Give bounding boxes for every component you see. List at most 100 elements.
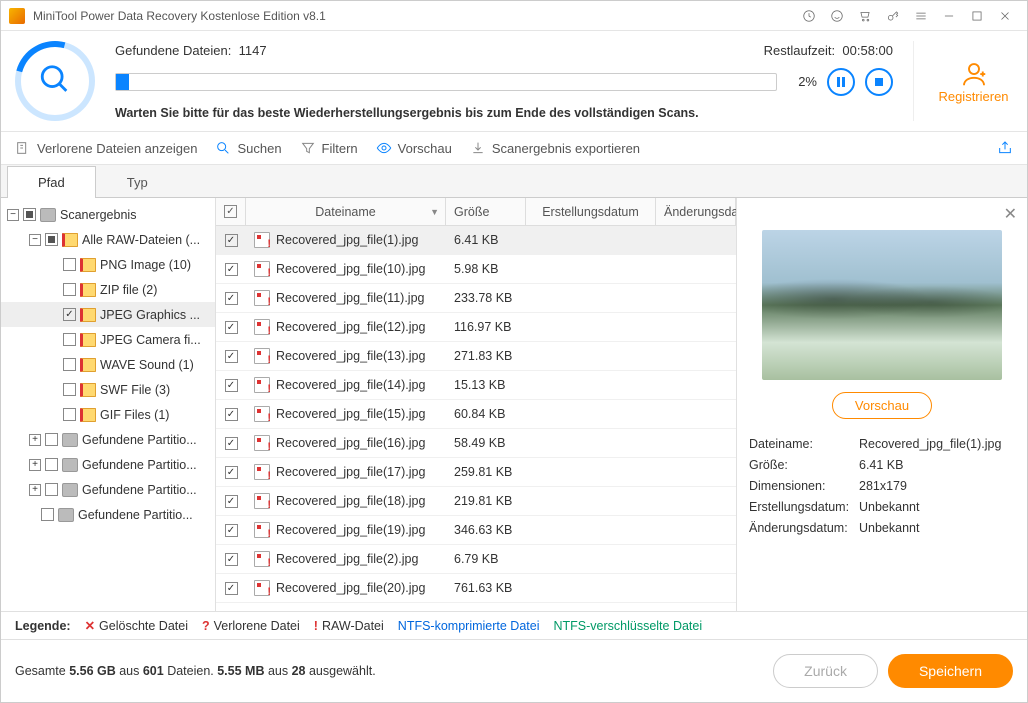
legend-ntfs-compressed: NTFS-komprimierte Datei [398,619,540,633]
title-bar: MiniTool Power Data Recovery Kostenlose … [1,1,1027,31]
file-icon: ! [254,319,270,335]
table-header: ✓ Dateiname▼ Größe Erstellungsdatum Ände… [216,198,736,226]
row-checkbox[interactable] [225,379,238,392]
found-files: Gefundene Dateien: 1147 [115,43,267,58]
preview-button[interactable]: Vorschau [376,140,452,156]
show-lost-files-button[interactable]: Verlorene Dateien anzeigen [15,140,197,156]
file-icon: ! [254,493,270,509]
maximize-button[interactable] [963,2,991,30]
row-checkbox[interactable] [225,234,238,247]
row-checkbox[interactable] [225,292,238,305]
cart-icon[interactable] [851,2,879,30]
table-row[interactable]: !Recovered_jpg_file(11).jpg 233.78 KB [216,284,736,313]
table-row[interactable]: !Recovered_jpg_file(12).jpg 116.97 KB [216,313,736,342]
table-body[interactable]: !Recovered_jpg_file(1).jpg 6.41 KB !Reco… [216,226,736,611]
save-button[interactable]: Speichern [888,654,1013,688]
table-row[interactable]: !Recovered_jpg_file(15).jpg 60.84 KB [216,400,736,429]
tree-item[interactable]: ZIP file (2) [1,277,215,302]
file-icon: ! [254,406,270,422]
footer: Gesamte 5.56 GB aus 601 Dateien. 5.55 MB… [1,639,1027,702]
table-row[interactable]: !Recovered_jpg_file(14).jpg 15.13 KB [216,371,736,400]
pause-button[interactable] [827,68,855,96]
table-row[interactable]: !Recovered_jpg_file(1).jpg 6.41 KB [216,226,736,255]
close-button[interactable] [991,2,1019,30]
row-checkbox[interactable] [225,495,238,508]
file-size: 5.98 KB [446,262,526,276]
col-created[interactable]: Erstellungsdatum [526,198,656,225]
file-icon: ! [254,464,270,480]
file-icon: ! [254,435,270,451]
register-button[interactable]: Registrieren [913,41,1013,121]
tree-item[interactable]: PNG Image (10) [1,252,215,277]
table-row[interactable]: !Recovered_jpg_file(2).jpg 6.79 KB [216,545,736,574]
close-preview-icon[interactable]: ✕ [1004,204,1017,224]
back-button[interactable]: Zurück [773,654,878,688]
tab-path[interactable]: Pfad [7,166,96,198]
meta-name-value: Recovered_jpg_file(1).jpg [859,437,1015,451]
tree-partition[interactable]: +Gefundene Partitio... [1,477,215,502]
row-checkbox[interactable] [225,263,238,276]
main-area: −Scanergebnis −Alle RAW-Dateien (... PNG… [1,198,1027,611]
tree-partition[interactable]: +Gefundene Partitio... [1,452,215,477]
table-row[interactable]: !Recovered_jpg_file(13).jpg 271.83 KB [216,342,736,371]
table-row[interactable]: !Recovered_jpg_file(17).jpg 259.81 KB [216,458,736,487]
table-row[interactable]: !Recovered_jpg_file(20).jpg 761.63 KB [216,574,736,603]
export-button[interactable]: Scanergebnis exportieren [470,140,640,156]
row-checkbox[interactable] [225,466,238,479]
col-size[interactable]: Größe [446,198,526,225]
scan-header: Gefundene Dateien: 1147 Restlaufzeit: 00… [1,31,1027,132]
meta-dim-label: Dimensionen: [749,479,859,493]
legend-raw: !RAW-Datei [314,619,384,633]
file-size: 233.78 KB [446,291,526,305]
row-checkbox[interactable] [225,350,238,363]
search-button[interactable]: Suchen [215,140,281,156]
file-icon: ! [254,522,270,538]
col-name[interactable]: Dateiname▼ [246,198,446,225]
table-row[interactable]: !Recovered_jpg_file(16).jpg 58.49 KB [216,429,736,458]
tree-partition[interactable]: +Gefundene Partitio... [1,427,215,452]
tree-raw[interactable]: −Alle RAW-Dateien (... [1,227,215,252]
col-modified[interactable]: Änderungsda [656,198,736,225]
meta-name-label: Dateiname: [749,437,859,451]
file-icon: ! [254,551,270,567]
row-checkbox[interactable] [225,553,238,566]
row-checkbox[interactable] [225,524,238,537]
tree-item[interactable]: WAVE Sound (1) [1,352,215,377]
support-icon[interactable] [823,2,851,30]
table-row[interactable]: !Recovered_jpg_file(18).jpg 219.81 KB [216,487,736,516]
row-checkbox[interactable] [225,321,238,334]
preview-open-button[interactable]: Vorschau [832,392,932,419]
file-name: Recovered_jpg_file(18).jpg [276,494,425,508]
file-name: Recovered_jpg_file(13).jpg [276,349,425,363]
menu-icon[interactable] [907,2,935,30]
meta-modified-label: Änderungsdatum: [749,521,859,535]
file-size: 259.81 KB [446,465,526,479]
tab-type[interactable]: Typ [96,166,179,198]
filter-button[interactable]: Filtern [300,140,358,156]
stop-button[interactable] [865,68,893,96]
minimize-button[interactable] [935,2,963,30]
meta-created-label: Erstellungsdatum: [749,500,859,514]
row-checkbox[interactable] [225,582,238,595]
row-checkbox[interactable] [225,408,238,421]
scan-percent: 2% [787,74,817,89]
legend-lost: ?Verlorene Datei [202,619,300,633]
tree-pane[interactable]: −Scanergebnis −Alle RAW-Dateien (... PNG… [1,198,216,611]
file-name: Recovered_jpg_file(19).jpg [276,523,425,537]
meta-size-value: 6.41 KB [859,458,1015,472]
tree-item[interactable]: JPEG Camera fi... [1,327,215,352]
history-icon[interactable] [795,2,823,30]
key-icon[interactable] [879,2,907,30]
file-name: Recovered_jpg_file(11).jpg [276,291,424,305]
row-checkbox[interactable] [225,437,238,450]
tree-item[interactable]: JPEG Graphics ... [1,302,215,327]
table-row[interactable]: !Recovered_jpg_file(10).jpg 5.98 KB [216,255,736,284]
share-icon[interactable] [997,140,1013,156]
time-left: Restlaufzeit: 00:58:00 [764,43,893,58]
col-checkbox[interactable]: ✓ [216,198,246,225]
tree-item[interactable]: GIF Files (1) [1,402,215,427]
tree-item[interactable]: SWF File (3) [1,377,215,402]
tree-partition[interactable]: Gefundene Partitio... [1,502,215,527]
tree-root[interactable]: −Scanergebnis [1,202,215,227]
table-row[interactable]: !Recovered_jpg_file(19).jpg 346.63 KB [216,516,736,545]
